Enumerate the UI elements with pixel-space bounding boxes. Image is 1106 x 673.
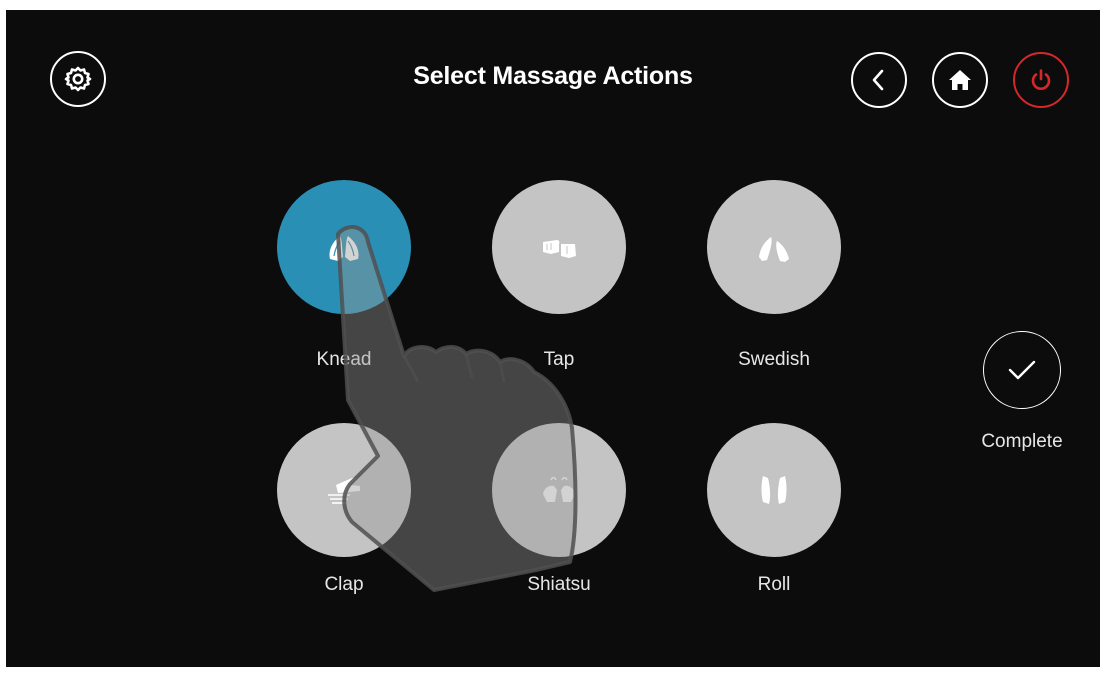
action-roll-label: Roll — [757, 574, 791, 595]
complete-label: Complete — [981, 431, 1063, 452]
back-button[interactable] — [851, 52, 907, 108]
knead-hands-icon — [329, 236, 359, 261]
checkmark-icon — [1008, 360, 1036, 380]
action-swedish-label: Swedish — [738, 349, 810, 370]
action-clap-label: Clap — [324, 574, 364, 595]
action-clap-button[interactable] — [277, 423, 411, 557]
pointing-hand-icon — [336, 225, 578, 592]
swedish-hands-icon — [759, 237, 789, 262]
action-tap-button[interactable] — [492, 180, 626, 314]
action-knead-button[interactable] — [277, 180, 411, 314]
action-knead-label: Knead — [316, 349, 372, 370]
shiatsu-hands-icon — [543, 477, 575, 502]
action-swedish-button[interactable] — [707, 180, 841, 314]
action-shiatsu-button[interactable] — [492, 423, 626, 557]
action-tap-label: Tap — [543, 349, 575, 370]
chevron-left-icon — [872, 69, 884, 91]
action-shiatsu-label: Shiatsu — [527, 574, 591, 595]
roll-hands-icon — [761, 476, 787, 504]
power-button[interactable] — [1013, 52, 1069, 108]
massage-screen: Select Massage Actions Knead Tap Swedish… — [6, 10, 1100, 667]
action-roll-button[interactable] — [707, 423, 841, 557]
clap-hand-icon — [328, 477, 360, 504]
complete-button[interactable] — [983, 331, 1061, 409]
home-icon — [949, 70, 971, 90]
power-icon — [1031, 69, 1051, 90]
home-button[interactable] — [932, 52, 988, 108]
tap-fists-icon — [543, 240, 576, 258]
